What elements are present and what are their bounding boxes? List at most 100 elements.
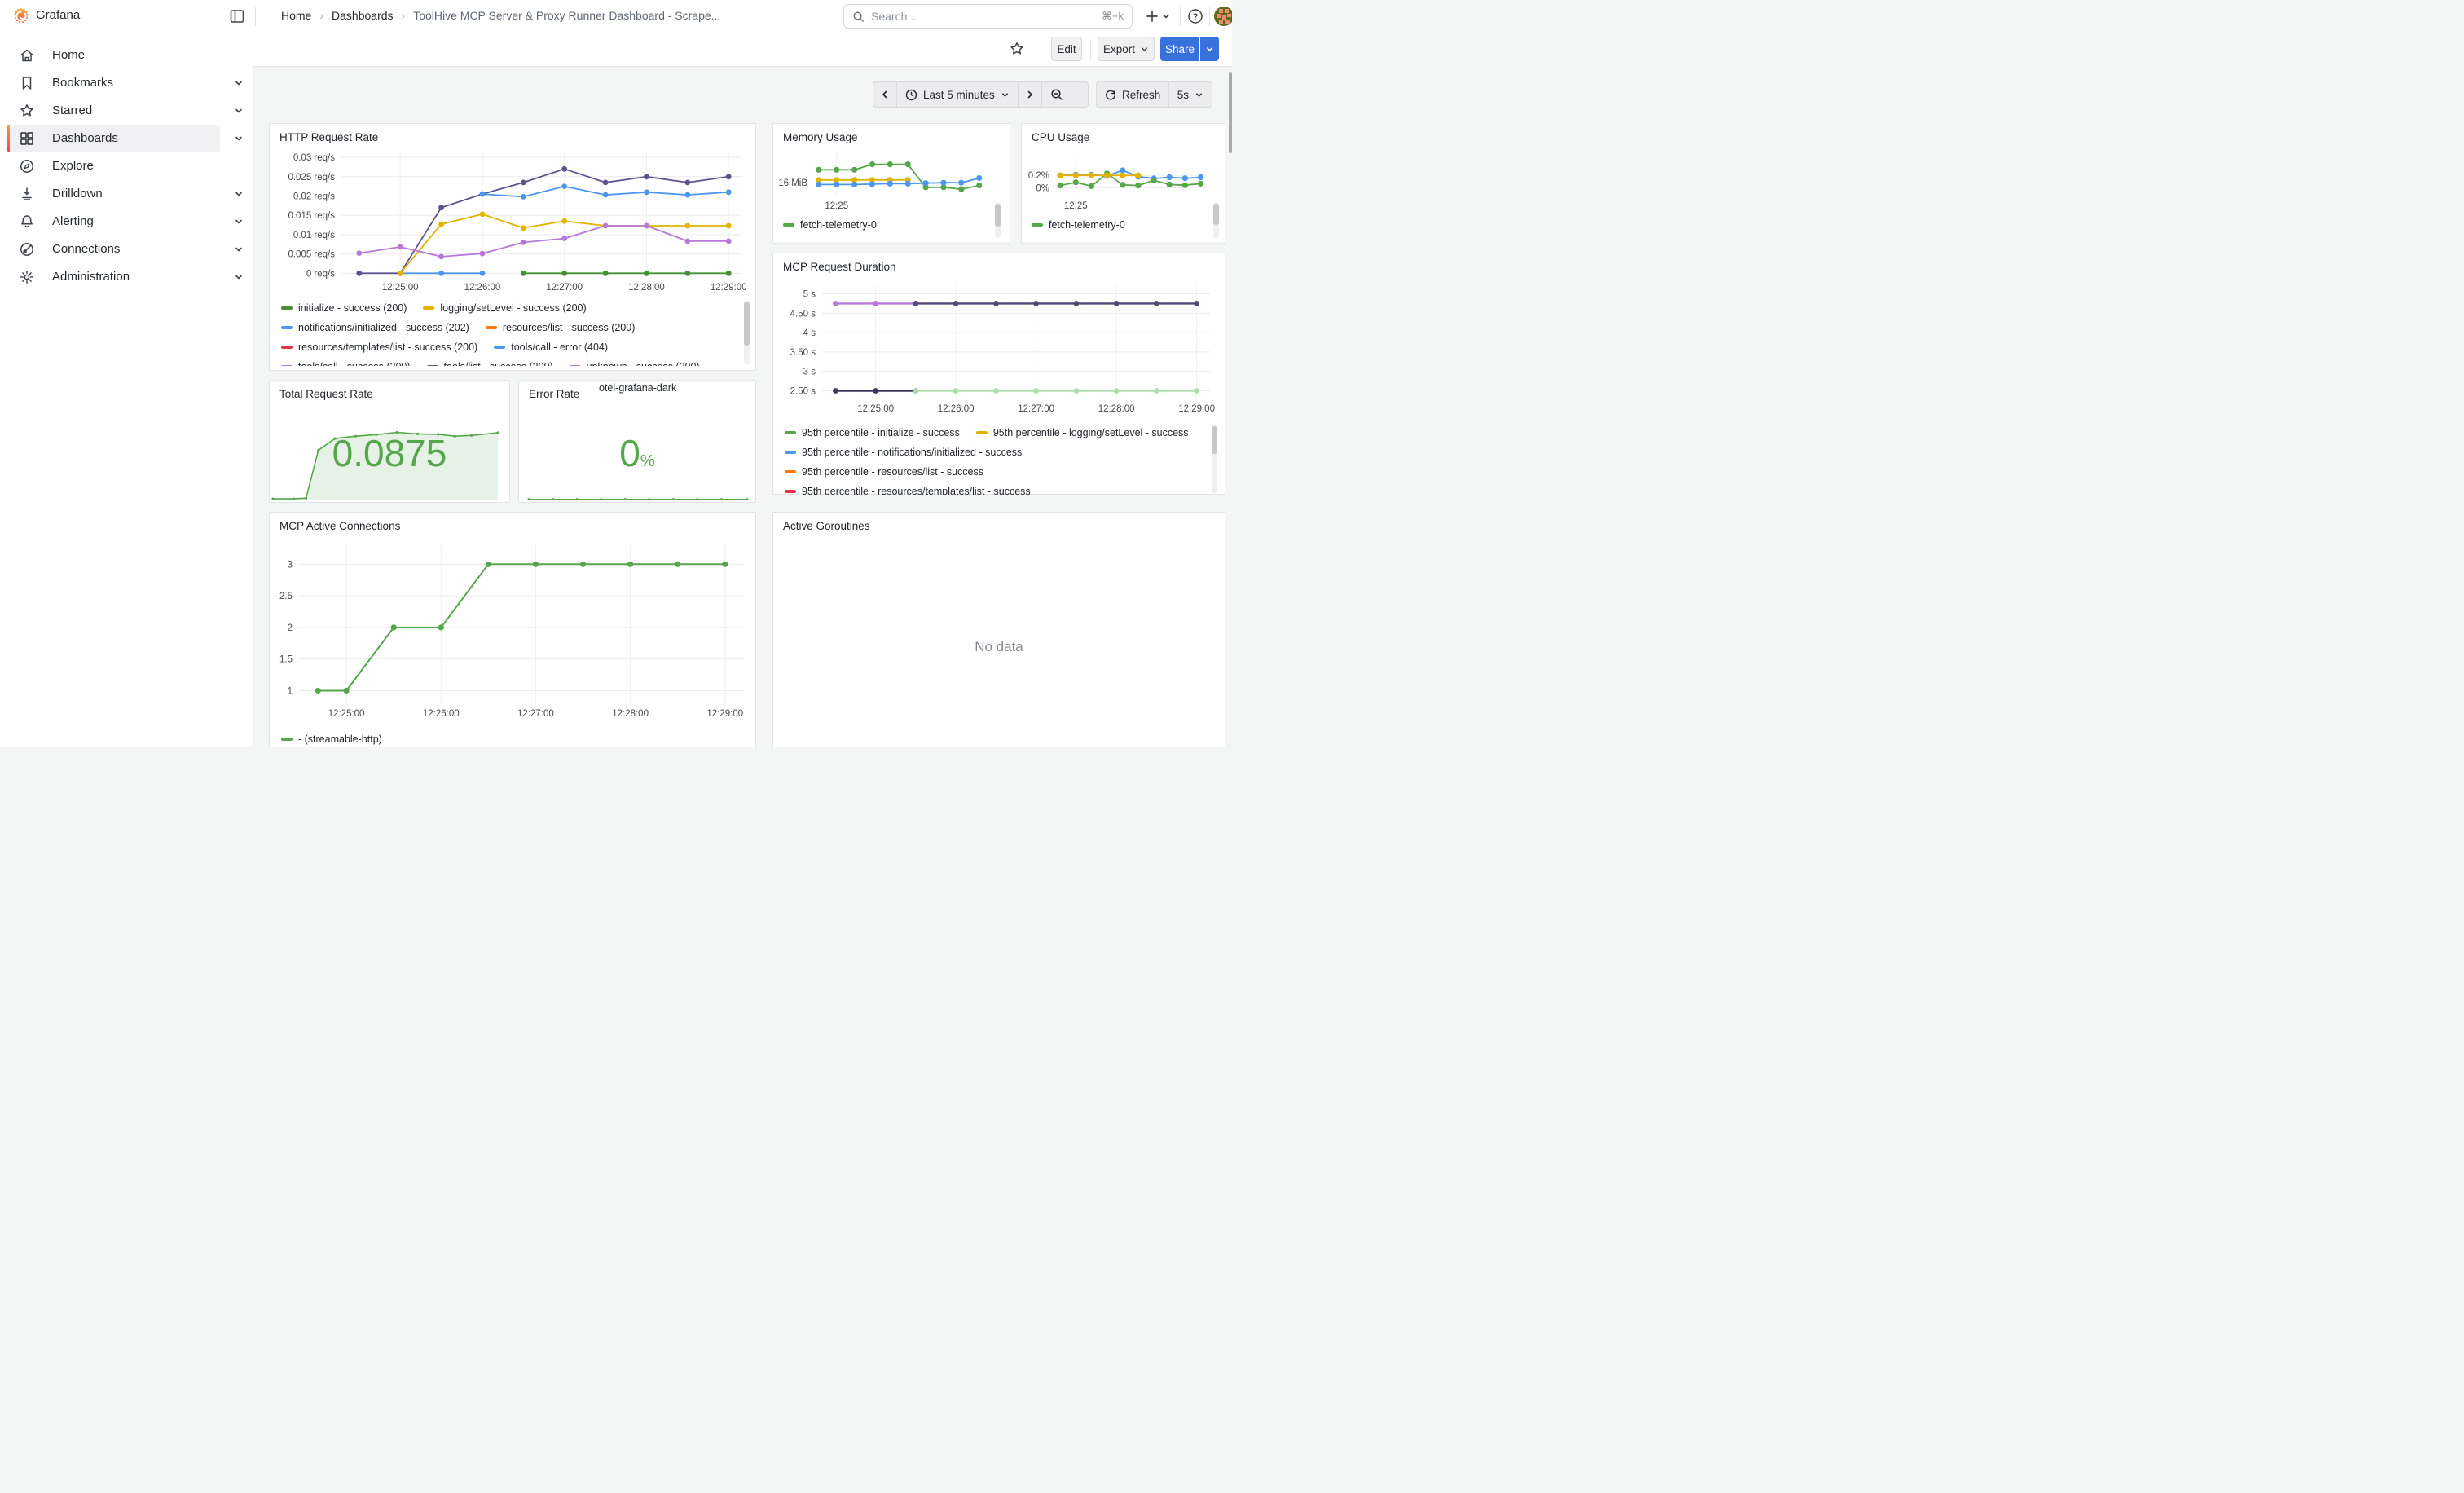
drilldown-icon xyxy=(19,186,35,202)
header-divider xyxy=(255,7,256,26)
share-button[interactable]: Share xyxy=(1160,37,1199,61)
panel-title[interactable]: HTTP Request Rate xyxy=(279,131,378,143)
refresh-icon xyxy=(1105,89,1116,100)
cpu-usage-chart[interactable]: 0.2%0%12:25 xyxy=(1023,147,1209,210)
search-input[interactable]: Search... ⌘+k xyxy=(843,4,1133,29)
mcp-request-duration-chart[interactable]: 5 s4.50 s4 s3.50 s3 s2.50 s12:25:0012:26… xyxy=(780,278,1217,418)
chevron-down-icon xyxy=(1205,45,1214,54)
chevron-left-icon xyxy=(880,90,890,99)
refresh-button[interactable]: Refresh xyxy=(1097,82,1168,107)
sidebar-item-explore-link[interactable]: Explore xyxy=(7,152,220,179)
expand-bookmarks-button[interactable] xyxy=(225,78,253,88)
legend-item[interactable]: resources/list - success (200) xyxy=(486,322,636,333)
legend-scrollbar[interactable] xyxy=(744,302,750,346)
add-new-button[interactable] xyxy=(1144,7,1172,26)
sidebar-item-dashboards-link[interactable]: Dashboards xyxy=(7,125,220,152)
panel-title[interactable]: Memory Usage xyxy=(783,131,858,143)
legend-item[interactable]: 95th percentile - notifications/initiali… xyxy=(785,447,1022,458)
memory_usage-svg: 16 MiB12:25 xyxy=(777,147,990,210)
sidebar-item-connections-link[interactable]: Connections xyxy=(7,236,220,262)
expand-starred-button[interactable] xyxy=(225,106,253,116)
legend-item[interactable]: tools/call - error (404) xyxy=(494,341,608,353)
legend-item[interactable]: fetch-telemetry-0 xyxy=(783,219,877,231)
panel-mcp-active-connections: MCP Active Connections 11.522.5312:25:00… xyxy=(269,512,756,746)
expand-dashboards-button[interactable] xyxy=(225,134,253,143)
svg-text:12:26:00: 12:26:00 xyxy=(938,404,975,414)
chevron-down-icon xyxy=(234,189,244,199)
memory-usage-chart[interactable]: 16 MiB12:25 xyxy=(777,147,990,210)
total-request-rate-value: 0.0875 xyxy=(270,431,509,475)
time-range-picker[interactable]: Last 5 minutes xyxy=(897,82,1018,107)
expand-connections-button[interactable] xyxy=(225,244,253,254)
legend-item[interactable]: tools/list - success (200) xyxy=(427,361,553,366)
legend-row: notifications/initialized - success (202… xyxy=(281,318,741,337)
chevron-down-icon xyxy=(234,272,244,282)
legend-scrollbar[interactable] xyxy=(1213,204,1219,225)
legend-item[interactable]: - (streamable-http) xyxy=(281,733,382,745)
legend-item[interactable]: 95th percentile - logging/setLevel - suc… xyxy=(976,427,1189,438)
sidebar-item-bookmarks-link[interactable]: Bookmarks xyxy=(7,69,220,96)
refresh-interval-picker[interactable]: 5s xyxy=(1169,82,1212,107)
legend-item[interactable]: tools/call - success (200) xyxy=(281,361,411,366)
svg-text:2.5: 2.5 xyxy=(279,592,293,601)
panel-title[interactable]: Active Goroutines xyxy=(783,520,870,532)
sidebar-item-label: Dashboards xyxy=(52,131,118,145)
legend-label: - (streamable-http) xyxy=(298,733,382,745)
chevron-down-icon xyxy=(234,106,244,116)
time-shift-forward-button[interactable] xyxy=(1019,82,1041,107)
time-shift-back-button[interactable] xyxy=(873,82,896,107)
user-avatar[interactable] xyxy=(1213,6,1232,27)
search-shortcut: ⌘+k xyxy=(1102,10,1124,23)
sidebar-item-drilldown-link[interactable]: Drilldown xyxy=(7,180,220,207)
panel-title[interactable]: MCP Active Connections xyxy=(279,520,400,532)
svg-text:12:27:00: 12:27:00 xyxy=(546,283,583,293)
expand-administration-button[interactable] xyxy=(225,272,253,282)
sidebar-nav: Home Bookmarks Starred xyxy=(0,33,253,746)
mcp-active-connections-chart[interactable]: 11.522.5312:25:0012:26:0012:27:0012:28:0… xyxy=(275,532,752,728)
panel-title[interactable]: Error Rate xyxy=(529,388,579,400)
edit-button[interactable]: Edit xyxy=(1051,37,1082,61)
legend-swatch xyxy=(976,431,988,434)
sidebar-item-administration-link[interactable]: Administration xyxy=(7,263,220,290)
legend-item[interactable]: fetch-telemetry-0 xyxy=(1032,219,1125,231)
http-request-rate-chart[interactable]: 0 req/s0.005 req/s0.01 req/s0.015 req/s0… xyxy=(276,148,750,295)
legend-item[interactable]: 95th percentile - resources/list - succe… xyxy=(785,466,983,478)
legend-scrollbar[interactable] xyxy=(995,204,1001,227)
cpu_usage-svg: 0.2%0%12:25 xyxy=(1023,147,1209,210)
legend-label: logging/setLevel - success (200) xyxy=(440,302,586,314)
sidebar-item-starred-link[interactable]: Starred xyxy=(7,97,220,124)
legend-item[interactable]: resources/templates/list - success (200) xyxy=(281,341,477,353)
expand-drilldown-button[interactable] xyxy=(225,189,253,199)
favorite-star-button[interactable] xyxy=(1009,41,1025,57)
panel-title[interactable]: MCP Request Duration xyxy=(783,261,896,273)
export-button[interactable]: Export xyxy=(1098,37,1155,61)
legend-item[interactable]: logging/setLevel - success (200) xyxy=(423,302,586,314)
legend-item[interactable]: notifications/initialized - success (202… xyxy=(281,322,469,333)
share-options-button[interactable] xyxy=(1200,37,1219,61)
legend-item[interactable]: initialize - success (200) xyxy=(281,302,407,314)
legend-item[interactable]: 95th percentile - resources/templates/li… xyxy=(785,486,1031,495)
home-icon xyxy=(19,47,35,64)
legend-label: fetch-telemetry-0 xyxy=(800,219,877,231)
breadcrumb-dashboards[interactable]: Dashboards xyxy=(332,9,394,22)
svg-text:3.50 s: 3.50 s xyxy=(790,348,816,358)
page-scrollbar[interactable] xyxy=(1229,72,1232,153)
sidebar-item-alerting-link[interactable]: Alerting xyxy=(7,208,220,235)
panel-title[interactable]: CPU Usage xyxy=(1032,131,1089,143)
sidebar-item-label: Home xyxy=(52,48,85,62)
sidebar-toggle-icon[interactable] xyxy=(229,8,245,24)
legend-scrollbar[interactable] xyxy=(1212,426,1217,454)
svg-text:12:25:00: 12:25:00 xyxy=(328,709,365,719)
breadcrumb-home[interactable]: Home xyxy=(281,9,311,22)
grafana-logo-icon[interactable] xyxy=(11,7,31,26)
zoom-out-button[interactable] xyxy=(1042,82,1071,107)
sidebar-item-home-link[interactable]: Home xyxy=(7,42,220,68)
panel-title[interactable]: Total Request Rate xyxy=(279,388,373,400)
svg-text:12:28:00: 12:28:00 xyxy=(628,283,665,293)
cpu-legend: fetch-telemetry-0 xyxy=(1032,215,1211,235)
chevron-down-icon xyxy=(1001,90,1010,99)
expand-alerting-button[interactable] xyxy=(225,217,253,227)
legend-item[interactable]: unknown - success (200) xyxy=(570,361,700,366)
help-button[interactable]: ? xyxy=(1186,7,1204,25)
legend-item[interactable]: 95th percentile - initialize - success xyxy=(785,427,960,438)
